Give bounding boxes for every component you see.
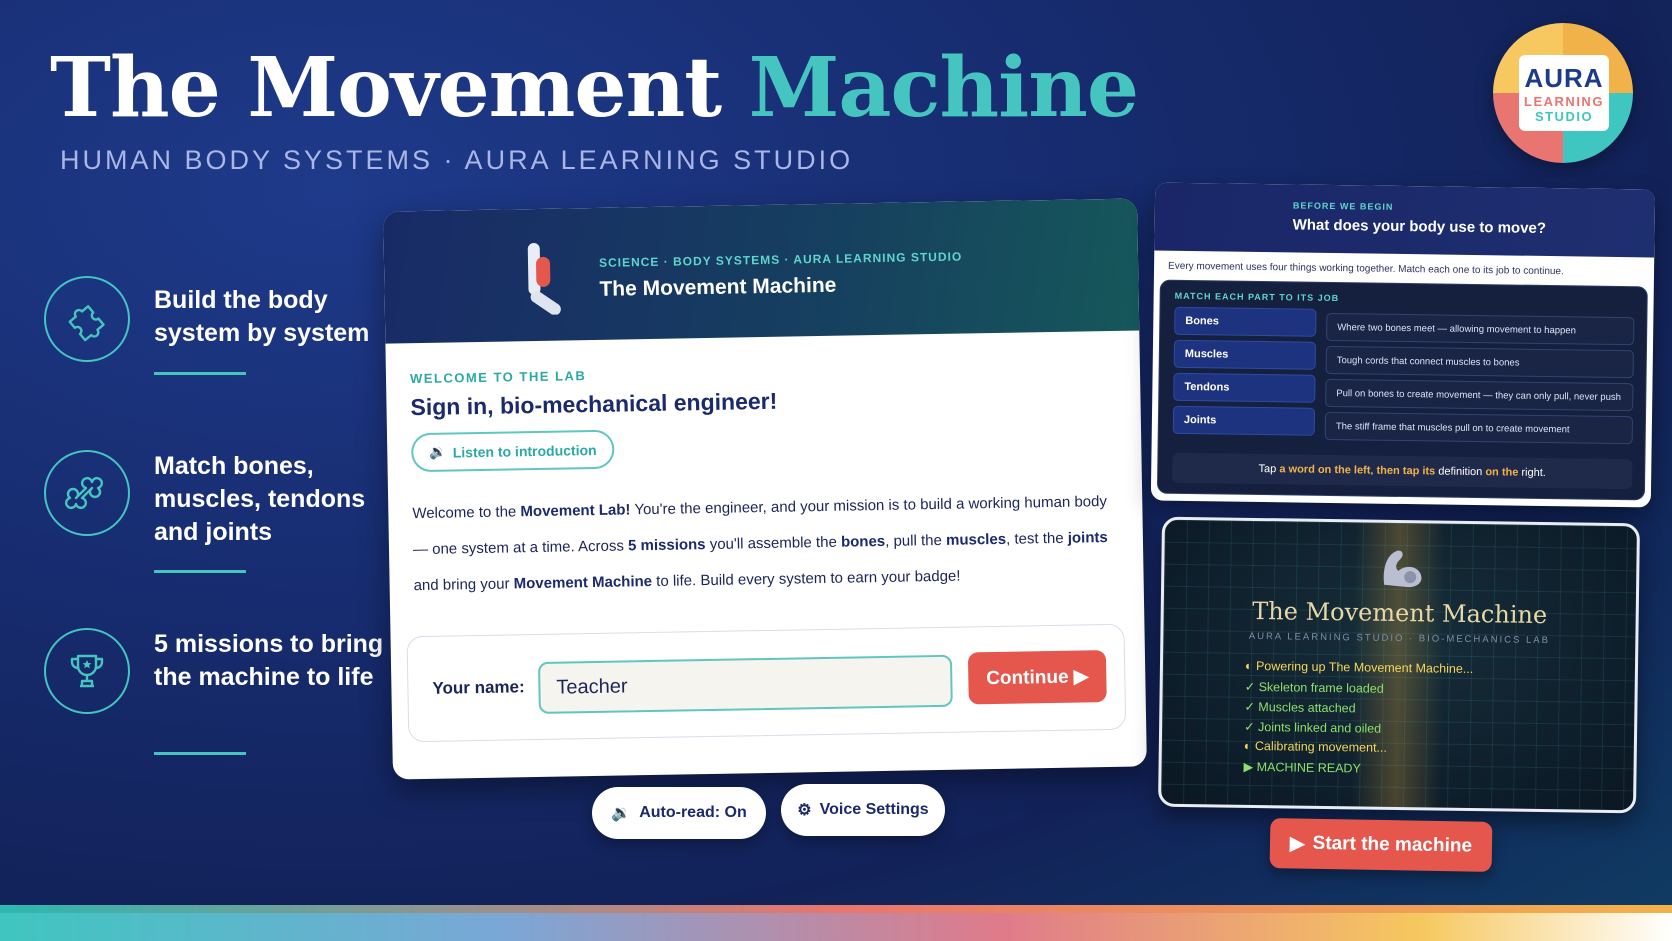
check-icon: ✓ bbox=[1244, 679, 1256, 694]
intro-text: Welcome to the bbox=[412, 503, 521, 523]
aura-logo: AURA LEARNING STUDIO bbox=[1493, 23, 1633, 163]
feature-match: Match bones, muscles, tendons and joints bbox=[44, 450, 384, 580]
voice-settings-label: Voice Settings bbox=[819, 801, 929, 818]
intro-text: to life. Build every system to earn your… bbox=[651, 567, 961, 590]
matching-hint: Tap a word on the left, then tap its def… bbox=[1172, 452, 1633, 490]
arm-joint-icon bbox=[522, 238, 567, 320]
matching-header: BEFORE WE BEGIN What does your body use … bbox=[1154, 182, 1656, 258]
term-joints[interactable]: Joints bbox=[1172, 405, 1316, 436]
definition-item[interactable]: Tough cords that connect muscles to bone… bbox=[1325, 345, 1634, 379]
name-entry-panel: Your name: Continue ▶ bbox=[406, 623, 1127, 743]
feature-build: Build the body system by system bbox=[44, 276, 384, 386]
hint-text: Tap bbox=[1258, 462, 1280, 476]
logo-card: AURA LEARNING STUDIO bbox=[1519, 55, 1609, 131]
voice-settings-button[interactable]: ⚙ Voice Settings bbox=[781, 784, 945, 836]
hero-title-accent: Machine bbox=[748, 40, 1139, 136]
term-muscles[interactable]: Muscles bbox=[1173, 339, 1317, 370]
hint-highlight: on the bbox=[1485, 466, 1519, 479]
name-label: Your name: bbox=[432, 677, 525, 698]
term-bones[interactable]: Bones bbox=[1174, 306, 1317, 337]
intro-bold: Movement Lab! bbox=[520, 501, 631, 521]
speaker-icon: 🔉 bbox=[429, 443, 447, 460]
status-line: ✓ Skeleton frame loaded bbox=[1245, 679, 1384, 696]
play-icon: ▶ bbox=[1243, 759, 1254, 774]
status-line: ✓ Muscles attached bbox=[1244, 699, 1355, 716]
half-circle-icon: ◐ bbox=[1243, 738, 1252, 753]
feature-text: Build the body system by system bbox=[154, 286, 370, 347]
card-body: WELCOME TO THE LAB Sign in, bio-mechanic… bbox=[385, 330, 1143, 604]
intro-text: you'll assemble the bbox=[705, 533, 842, 554]
status-text: Skeleton frame loaded bbox=[1258, 680, 1384, 696]
continue-button[interactable]: Continue ▶ bbox=[967, 650, 1107, 705]
hint-highlight: then tap its bbox=[1376, 464, 1436, 478]
status-text: MACHINE READY bbox=[1256, 760, 1361, 776]
intro-bold: bones bbox=[840, 532, 886, 551]
auto-read-label: Auto-read: On bbox=[639, 804, 747, 821]
matching-panel-kicker: MATCH EACH PART TO ITS JOB bbox=[1174, 290, 1340, 304]
matching-title: What does your body use to move? bbox=[1292, 216, 1547, 237]
logo-main-text: AURA bbox=[1524, 62, 1604, 93]
bone-icon bbox=[44, 450, 130, 536]
welcome-kicker: WELCOME TO THE LAB bbox=[409, 368, 587, 387]
intro-paragraph: Welcome to the Movement Lab! You're the … bbox=[412, 484, 1120, 604]
check-icon: ✓ bbox=[1244, 699, 1255, 714]
card-app-title: The Movement Machine bbox=[599, 273, 837, 301]
speaker-icon: 🔉 bbox=[611, 805, 632, 822]
puzzle-icon bbox=[44, 276, 130, 362]
logo-line-2: LEARNING bbox=[1524, 93, 1604, 109]
intro-bold: Movement Machine bbox=[513, 572, 653, 593]
trophy-icon bbox=[44, 628, 130, 714]
intro-text: , test the bbox=[1005, 529, 1068, 548]
definition-item[interactable]: Where two bones meet — allowing movement… bbox=[1326, 312, 1635, 346]
sign-in-card: SCIENCE · BODY SYSTEMS · AURA LEARNING S… bbox=[383, 198, 1147, 780]
feature-text: Match bones, muscles, tendons and joints bbox=[154, 452, 366, 546]
feature-text: 5 missions to bring the machine to life bbox=[154, 630, 384, 691]
hero-subtitle: HUMAN BODY SYSTEMS · AURA LEARNING STUDI… bbox=[60, 145, 854, 175]
intro-text: and bring your bbox=[413, 575, 514, 595]
status-text: Powering up The Movement Machine... bbox=[1255, 659, 1474, 677]
check-icon: ✓ bbox=[1244, 719, 1255, 734]
hint-text: right. bbox=[1518, 466, 1546, 480]
auto-read-toggle[interactable]: 🔉 Auto-read: On bbox=[592, 787, 766, 839]
feature-divider bbox=[154, 570, 246, 573]
definition-item[interactable]: The stiff frame that muscles pull on to … bbox=[1324, 411, 1634, 445]
flexed-arm-icon bbox=[1376, 545, 1429, 595]
matching-panel: MATCH EACH PART TO ITS JOB Bones Muscles… bbox=[1156, 279, 1648, 501]
half-circle-icon: ◐ bbox=[1244, 658, 1253, 673]
status-line: ▶ MACHINE READY bbox=[1243, 759, 1360, 776]
logo-line-3: STUDIO bbox=[1534, 108, 1594, 124]
status-text: Muscles attached bbox=[1258, 700, 1356, 716]
listen-intro-button[interactable]: 🔉 Listen to introduction bbox=[410, 429, 615, 473]
feature-divider bbox=[154, 752, 246, 755]
definition-item[interactable]: Pull on bones to create movement — they … bbox=[1325, 378, 1634, 412]
name-input[interactable] bbox=[537, 654, 953, 714]
welcome-heading: Sign in, bio-mechanical engineer! bbox=[410, 387, 778, 421]
intro-bold: muscles bbox=[945, 530, 1007, 549]
listen-intro-label: Listen to introduction bbox=[452, 441, 597, 460]
hint-text: definition bbox=[1435, 465, 1486, 479]
status-text: Joints linked and oiled bbox=[1257, 720, 1382, 736]
card-header: SCIENCE · BODY SYSTEMS · AURA LEARNING S… bbox=[383, 198, 1140, 344]
intro-text: , pull the bbox=[885, 531, 947, 550]
status-line: ◐ Calibrating movement... bbox=[1244, 739, 1387, 755]
hint-highlight: a word on the left bbox=[1279, 463, 1371, 477]
start-machine-label: Start the machine bbox=[1312, 832, 1473, 857]
loading-preview-card: The Movement Machine AURA LEARNING STUDI… bbox=[1157, 516, 1641, 814]
play-icon: ▶ bbox=[1289, 832, 1305, 855]
hero-title: The Movement Machine bbox=[50, 40, 1139, 136]
matching-kicker: BEFORE WE BEGIN bbox=[1292, 200, 1394, 212]
term-tendons[interactable]: Tendons bbox=[1173, 372, 1316, 403]
feature-divider bbox=[154, 372, 246, 375]
breadcrumb: SCIENCE · BODY SYSTEMS · AURA LEARNING S… bbox=[598, 249, 963, 270]
matching-preview-card: BEFORE WE BEGIN What does your body use … bbox=[1150, 182, 1656, 508]
status-line: ✓ Joints linked and oiled bbox=[1244, 719, 1381, 736]
gear-icon: ⚙ bbox=[797, 802, 812, 819]
intro-bold: 5 missions bbox=[627, 536, 706, 555]
start-machine-button[interactable]: ▶ Start the machine bbox=[1269, 818, 1493, 872]
intro-bold: joints bbox=[1067, 529, 1108, 547]
hero-title-main: The Movement bbox=[50, 40, 749, 136]
feature-missions: 5 missions to bring the machine to life bbox=[44, 628, 384, 758]
rainbow-footer-stripe bbox=[0, 905, 1672, 941]
status-text: Calibrating movement... bbox=[1254, 738, 1388, 755]
